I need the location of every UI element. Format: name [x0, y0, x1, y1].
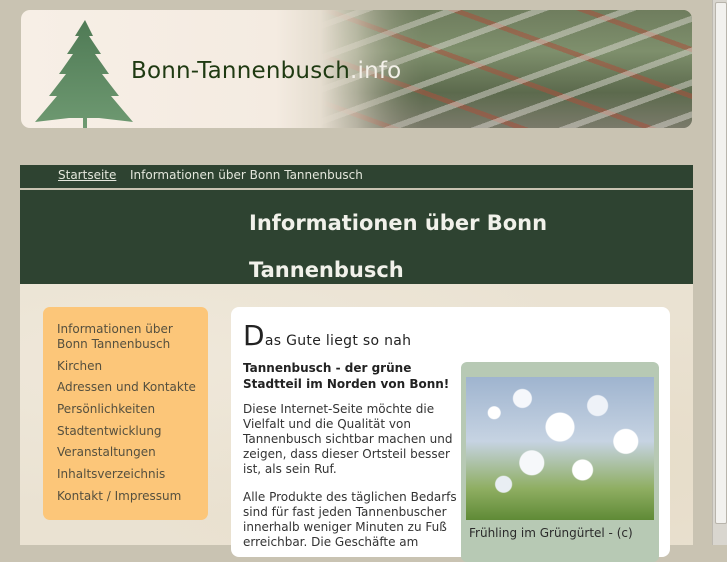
article-headline: Das Gute liegt so nah — [243, 319, 411, 352]
vertical-scrollbar[interactable] — [712, 0, 727, 545]
sidebar-item-kontakt[interactable]: Kontakt / Impressum — [57, 489, 207, 504]
title-bar: Informationen über Bonn Tannenbusch — [20, 190, 693, 284]
breadcrumb: Startseite Informationen über Bonn Tanne… — [20, 165, 693, 188]
sidebar-item-stadtentwicklung[interactable]: Stadtentwicklung — [57, 424, 207, 439]
page-title: Informationen über Bonn Tannenbusch — [249, 211, 548, 282]
site-tld: .info — [350, 58, 402, 84]
sidebar-item-veranstaltungen[interactable]: Veranstaltungen — [57, 445, 207, 460]
sidebar-item-kirchen[interactable]: Kirchen — [57, 359, 207, 374]
photo-caption: Frühling im Grüngürtel - (c) — [469, 526, 633, 540]
breadcrumb-home-link[interactable]: Startseite — [58, 168, 116, 182]
fir-tree-logo-icon — [35, 20, 133, 128]
header-banner: Bonn-Tannenbusch.info — [21, 10, 692, 128]
blossom-tree-photo[interactable] — [466, 377, 654, 520]
headline-text: as Gute liegt so nah — [264, 333, 412, 349]
sidebar-item-informationen[interactable]: Informationen über Bonn Tannenbusch — [57, 322, 207, 352]
sidebar-item-adressen[interactable]: Adressen und Kontakte — [57, 380, 207, 395]
main-content: Das Gute liegt so nah Tannenbusch - der … — [231, 307, 670, 562]
sidebar-item-persoenlichkeiten[interactable]: Persönlichkeiten — [57, 402, 207, 417]
article-paragraph: Diese Internet-Seite möchte die Vielfalt… — [243, 402, 453, 476]
headline-initial: D — [243, 319, 265, 352]
sidebar-item-inhaltsverzeichnis[interactable]: Inhaltsverzeichnis — [57, 467, 207, 482]
site-name: Bonn-Tannenbusch — [131, 58, 350, 84]
site-title[interactable]: Bonn-Tannenbusch.info — [131, 58, 401, 84]
article-subhead: Tannenbusch - der grüne Stadtteil im Nor… — [243, 361, 450, 391]
sidebar-nav: Informationen über Bonn Tannenbusch Kirc… — [43, 307, 208, 520]
article-paragraph: Alle Produkte des täglichen Bedarfs sind… — [243, 490, 457, 549]
breadcrumb-current: Informationen über Bonn Tannenbusch — [130, 168, 363, 182]
scrollbar-thumb[interactable] — [715, 2, 727, 524]
photo-box: Frühling im Grüngürtel - (c) — [461, 362, 659, 562]
